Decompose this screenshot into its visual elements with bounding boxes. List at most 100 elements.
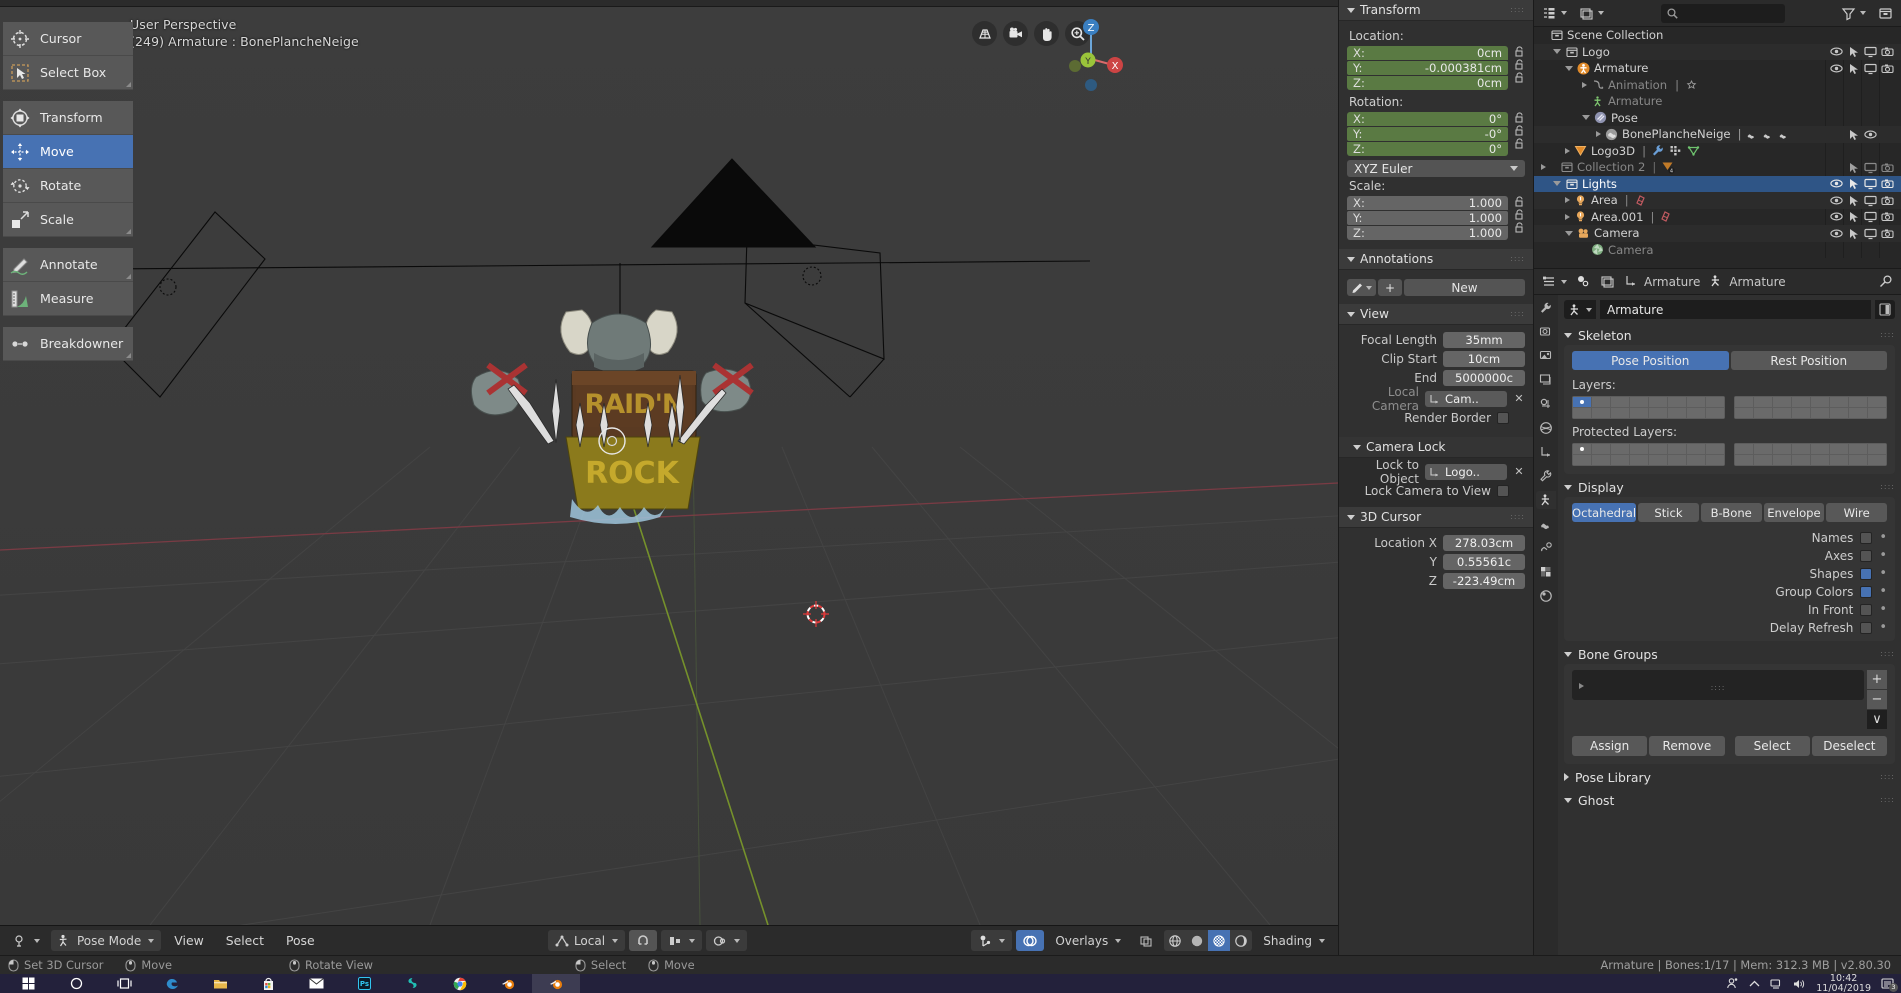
- viewport-canvas[interactable]: RAID'N ROCK User Perspective (249) Armat…: [0, 7, 1338, 925]
- display-octahedral[interactable]: Octahedral: [1572, 503, 1637, 522]
- volume-icon[interactable]: [1793, 978, 1806, 990]
- outliner-row-armature-data[interactable]: Armature: [1534, 93, 1901, 110]
- lock-scale-z-icon[interactable]: [1513, 222, 1525, 234]
- cursor3d-panel-header[interactable]: 3D Cursor ::::: [1339, 507, 1533, 528]
- drag-grip[interactable]: ::::: [1510, 513, 1525, 521]
- eye-icon[interactable]: [1862, 128, 1879, 141]
- screen-icon[interactable]: [1862, 161, 1879, 174]
- snap-to-selector[interactable]: [661, 930, 703, 951]
- store-icon[interactable]: [244, 974, 292, 993]
- deselect-button[interactable]: Deselect: [1811, 736, 1887, 756]
- lock-scale-x-icon[interactable]: [1513, 196, 1525, 208]
- cursor-select-icon[interactable]: [1845, 194, 1862, 207]
- tab-scene[interactable]: [1536, 395, 1556, 413]
- screen-icon[interactable]: [1862, 227, 1879, 240]
- armature-id-name[interactable]: Armature: [1600, 300, 1871, 319]
- pose-position-button[interactable]: Pose Position: [1572, 351, 1729, 370]
- display-in-front-row[interactable]: In Front •: [1572, 601, 1887, 619]
- gizmo-toggle[interactable]: [971, 930, 1013, 951]
- outliner-display-mode-button[interactable]: [1539, 3, 1570, 23]
- expand-arrow[interactable]: [1565, 147, 1570, 154]
- clip-start-row[interactable]: Clip Start 10cm: [1347, 350, 1525, 367]
- expand-arrow[interactable]: [1565, 213, 1570, 220]
- display-stick[interactable]: Stick: [1638, 503, 1699, 522]
- display-section-header[interactable]: Display ::::: [1564, 477, 1895, 497]
- ghost-section-header[interactable]: Ghost ::::: [1564, 790, 1895, 810]
- display-axes-checkbox[interactable]: [1860, 550, 1873, 562]
- overlays-popover[interactable]: Overlays: [1048, 930, 1128, 951]
- tool-move[interactable]: Move: [3, 135, 133, 169]
- properties-tab-column[interactable]: [1534, 295, 1558, 955]
- display-bbone[interactable]: B-Bone: [1700, 503, 1762, 522]
- tool-cursor[interactable]: Cursor: [3, 22, 133, 56]
- clip-start-value[interactable]: 10cm: [1443, 350, 1525, 367]
- properties-editor[interactable]: Armature Armature Armature Skeleton::::…: [1533, 268, 1901, 955]
- display-group-colors-row[interactable]: Group Colors •: [1572, 583, 1887, 601]
- outliner-row-pose[interactable]: Pose: [1534, 110, 1901, 127]
- remove-button[interactable]: Remove: [1649, 736, 1725, 756]
- location-fields[interactable]: X: 0cm Y: -0.000381cm Z: 0cm: [1347, 46, 1508, 90]
- rest-position-button[interactable]: Rest Position: [1730, 351, 1887, 370]
- drag-grip[interactable]: ::::: [1880, 650, 1895, 658]
- lock-rotation-y-icon[interactable]: [1513, 125, 1525, 137]
- tool-expand-corner[interactable]: [126, 229, 131, 234]
- menu-view[interactable]: View: [165, 930, 212, 951]
- taskbar-icons[interactable]: Ps: [4, 974, 580, 993]
- tool-transform[interactable]: Transform: [3, 101, 133, 135]
- expand-arrow[interactable]: [1582, 81, 1587, 88]
- menu-select[interactable]: Select: [217, 930, 273, 951]
- expand-arrow[interactable]: [1579, 683, 1584, 689]
- restrict-toggles[interactable]: [1828, 60, 1896, 77]
- viewport-toolbar[interactable]: Cursor Select Box Transform Move Rotate …: [3, 22, 133, 361]
- drag-grip[interactable]: ::::: [1880, 331, 1895, 339]
- viewport-sidebar-panel[interactable]: Transform :::: Location: X: 0cm Y: -0.00…: [1338, 0, 1533, 955]
- photoshop-icon[interactable]: Ps: [340, 974, 388, 993]
- tool-expand-corner[interactable]: [126, 274, 131, 279]
- cursor-location-y-row[interactable]: Y 0.55561c: [1347, 553, 1525, 570]
- cursor-location-z-row[interactable]: Z -223.49cm: [1347, 572, 1525, 589]
- position-mode-toggle[interactable]: Pose Position Rest Position: [1572, 351, 1887, 370]
- outliner-row-scene-collection[interactable]: Scene Collection: [1534, 27, 1901, 44]
- focal-length-row[interactable]: Focal Length 35mm: [1347, 331, 1525, 348]
- overlays-toggle[interactable]: [1016, 930, 1045, 951]
- viewport-header-bar[interactable]: Pose Mode View Select Pose Local Overlay…: [0, 925, 1338, 955]
- mail-icon[interactable]: [292, 974, 340, 993]
- lock-location-z-icon[interactable]: [1513, 72, 1525, 84]
- annotation-pen-button[interactable]: [1347, 279, 1376, 296]
- expand-arrow[interactable]: [1565, 197, 1570, 204]
- outliner-tree[interactable]: Scene Collection Logo Armature Animation…: [1534, 27, 1901, 258]
- pose-library-section-header[interactable]: Pose Library ::::: [1564, 767, 1895, 787]
- camera-lock-panel-header[interactable]: Camera Lock: [1339, 437, 1533, 458]
- eye-icon[interactable]: [1828, 45, 1845, 58]
- camera-render-icon[interactable]: [1879, 210, 1896, 223]
- focal-length-value[interactable]: 35mm: [1443, 331, 1525, 348]
- tool-annotate[interactable]: Annotate: [3, 248, 133, 282]
- id-type-filter-button[interactable]: [1576, 3, 1607, 23]
- screen-icon[interactable]: [1862, 62, 1879, 75]
- eye-icon[interactable]: [1828, 177, 1845, 190]
- breadcrumb-tool[interactable]: [1573, 274, 1594, 289]
- local-camera-value[interactable]: Cam..: [1425, 390, 1507, 407]
- camera-render-icon[interactable]: [1879, 45, 1896, 58]
- substance-icon[interactable]: [388, 974, 436, 993]
- view-panel-header[interactable]: View ::::: [1339, 304, 1533, 325]
- armature-layers[interactable]: [1572, 396, 1887, 419]
- restrict-toggles[interactable]: [1828, 192, 1896, 209]
- display-in-front-checkbox[interactable]: [1860, 604, 1873, 616]
- network-icon[interactable]: [1770, 978, 1783, 990]
- tool-breakdowner[interactable]: Breakdowner: [3, 327, 133, 361]
- bone-group-specials-menu[interactable]: ∨: [1867, 710, 1887, 729]
- snap-magnet-toggle[interactable]: [629, 930, 658, 951]
- restrict-toggles[interactable]: [1828, 126, 1896, 143]
- breadcrumb-object[interactable]: Armature: [1621, 274, 1703, 289]
- add-bone-group-button[interactable]: +: [1867, 670, 1887, 689]
- lock-rotation-x-icon[interactable]: [1513, 112, 1525, 124]
- drag-grip[interactable]: ::::: [1510, 310, 1525, 318]
- layer-group-left[interactable]: [1572, 396, 1725, 419]
- fake-user-icon[interactable]: [1875, 300, 1895, 319]
- mode-selector[interactable]: Pose Mode: [51, 930, 162, 951]
- expand-arrow[interactable]: [1596, 131, 1601, 138]
- display-envelope[interactable]: Envelope: [1763, 503, 1825, 522]
- lock-camera-to-view-row[interactable]: Lock Camera to View: [1347, 482, 1525, 499]
- camera-render-icon[interactable]: [1879, 194, 1896, 207]
